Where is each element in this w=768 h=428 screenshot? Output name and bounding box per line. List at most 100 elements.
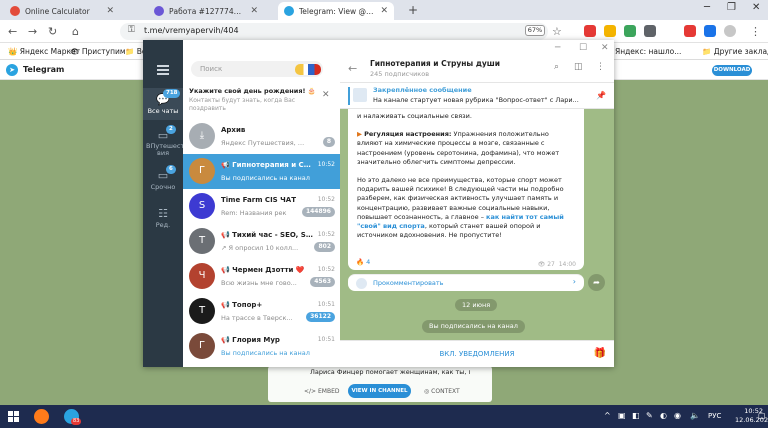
network-icon[interactable]: ◉ bbox=[674, 411, 681, 420]
bookmark-item[interactable]: Яндекс: нашло... bbox=[615, 47, 681, 56]
chat-name: 📢 Чермен Дзотти ❤️ bbox=[221, 266, 305, 274]
unread-badge: 802 bbox=[314, 242, 335, 252]
profile-avatar[interactable] bbox=[724, 25, 736, 37]
browser-tab-bar: Online Calculator ✕ Работа #127774109 по… bbox=[0, 0, 768, 20]
windows-start-icon[interactable] bbox=[8, 411, 19, 422]
tg-web-brand: Telegram bbox=[23, 65, 65, 74]
chat-item-archive[interactable]: ⤓ Архив Яндекс Путешествия, ИС... 8 bbox=[183, 119, 340, 154]
bookmark-star-icon[interactable]: ☆ bbox=[552, 25, 562, 38]
extension-icon[interactable] bbox=[604, 25, 616, 37]
tab-work-order[interactable]: Работа #127774109 по заказу ✕ bbox=[148, 2, 264, 20]
tray-app-icon[interactable]: ✎ bbox=[646, 411, 653, 420]
folder-urgent[interactable]: ▭ Срочно 6 bbox=[143, 164, 183, 192]
post-text: и налаживать социальные связи. bbox=[357, 112, 472, 120]
download-button[interactable]: DOWNLOAD bbox=[712, 65, 752, 76]
menu-icon[interactable] bbox=[157, 65, 169, 77]
tab-title: Online Calculator bbox=[25, 6, 90, 16]
tab-online-calculator[interactable]: Online Calculator ✕ bbox=[4, 2, 120, 20]
view-in-channel-button[interactable]: VIEW IN CHANNEL bbox=[348, 384, 411, 398]
extension-icon[interactable] bbox=[584, 25, 596, 37]
back-arrow-icon[interactable]: ← bbox=[348, 62, 357, 75]
pinned-message-bar[interactable]: Закреплённое сообщение На канале стартуе… bbox=[340, 83, 614, 109]
extension-icon[interactable] bbox=[644, 25, 656, 37]
avatar: Г bbox=[189, 158, 215, 184]
folder-all-chats[interactable]: 💬 Все чаты 718 bbox=[143, 88, 183, 120]
context-button[interactable]: ◎ CONTEXT bbox=[424, 388, 460, 395]
tray-chevron-icon[interactable]: ^ bbox=[604, 411, 611, 420]
reload-icon[interactable]: ↻ bbox=[48, 25, 57, 38]
unread-badge: 36122 bbox=[306, 312, 335, 322]
chat-preview: На трассе в Тверск... bbox=[221, 314, 293, 322]
tray-app-icon[interactable]: ◐ bbox=[660, 411, 667, 420]
tray-app-icon[interactable]: ◧ bbox=[632, 411, 640, 420]
extension-icon[interactable] bbox=[624, 25, 636, 37]
chat-item-hypnotherapy[interactable]: Г 📢 Гипнотерапия и Стр... 10:52 Вы подпи… bbox=[183, 154, 340, 189]
unread-badge: 144896 bbox=[301, 207, 335, 217]
folder-flags-icon[interactable] bbox=[295, 64, 321, 75]
birthday-prompt[interactable]: Укажите свой день рождения! 🎂 Контакты б… bbox=[183, 83, 340, 117]
post-paragraph: Но это далеко не все преимущества, котор… bbox=[357, 176, 575, 240]
gift-icon[interactable]: 🎁 bbox=[594, 348, 606, 359]
chat-name: 📢 Глория Мур bbox=[221, 336, 280, 344]
close-icon[interactable]: ✕ bbox=[322, 90, 330, 100]
tray-app-icon[interactable]: ▣ bbox=[618, 411, 626, 420]
chat-list-panel: Поиск Укажите свой день рождения! 🎂 Конт… bbox=[183, 56, 340, 367]
forward-icon[interactable]: → bbox=[28, 25, 37, 38]
chat-item-quiet-hour[interactable]: Т 📢 Тихий час - SEO, SITE... 10:52 ↗ Я о… bbox=[183, 224, 340, 259]
telegram-favicon-icon bbox=[284, 6, 294, 16]
volume-icon[interactable]: 🔈 bbox=[690, 411, 700, 420]
channel-title[interactable]: Гипнотерапия и Струны души bbox=[370, 59, 500, 68]
adblock-icon[interactable] bbox=[684, 25, 696, 37]
enable-notifications-button[interactable]: ВКЛ. УВЕДОМЛЕНИЯ bbox=[340, 350, 614, 358]
chat-item-time-farm[interactable]: S Time Farm CIS ЧАТ 10:52 Rem: Названия … bbox=[183, 189, 340, 224]
close-window-icon[interactable]: ✕ bbox=[601, 43, 609, 53]
maximize-icon[interactable]: ☐ bbox=[579, 43, 587, 53]
post-meta: 👁 27 14:00 bbox=[537, 261, 576, 268]
chat-preview: Яндекс Путешествия, ИС... bbox=[221, 139, 307, 147]
zoom-indicator[interactable]: 67% bbox=[525, 25, 545, 36]
chat-item-gloria[interactable]: Г 📢 Глория Мур 10:51 Вы подписались на к… bbox=[183, 329, 340, 364]
close-tab-icon[interactable]: ✕ bbox=[106, 6, 114, 16]
chat-item-topor[interactable]: Т 📢 Топор+ 10:51 На трассе в Тверск... 3… bbox=[183, 294, 340, 329]
more-options-icon[interactable]: ⋮ bbox=[596, 62, 605, 72]
reaction-fire[interactable]: 🔥 4 bbox=[356, 258, 370, 267]
embed-button[interactable]: </> EMBED bbox=[304, 388, 339, 395]
comments-button[interactable]: Прокомментировать › bbox=[348, 274, 584, 291]
folder-edit[interactable]: ☷ Ред. bbox=[143, 202, 183, 230]
language-indicator[interactable]: РУС bbox=[708, 412, 721, 420]
minimize-icon[interactable]: ─ bbox=[555, 43, 560, 53]
browser-menu-icon[interactable]: ⋮ bbox=[750, 25, 761, 38]
bookmark-item[interactable]: 👁 Приступим bbox=[70, 47, 126, 56]
chat-preview: Вы подписались на канал bbox=[221, 349, 310, 357]
restore-icon[interactable]: ❐ bbox=[727, 2, 736, 13]
close-tab-icon[interactable]: ✕ bbox=[380, 6, 388, 16]
folder-sidebar: 💬 Все чаты 718 ▭ ВПутешест вия 2 ▭ Срочн… bbox=[143, 40, 184, 367]
pin-icon[interactable]: 📌 bbox=[596, 91, 606, 100]
unread-badge: 4563 bbox=[310, 277, 335, 287]
share-icon[interactable]: ➦ bbox=[588, 274, 605, 291]
close-window-icon[interactable]: ✕ bbox=[752, 2, 760, 13]
sidebar-toggle-icon[interactable]: ◫ bbox=[574, 62, 583, 72]
tab-title: Telegram: View @vremyapervih bbox=[299, 6, 375, 16]
avatar: S bbox=[189, 193, 215, 219]
tab-telegram[interactable]: Telegram: View @vremyapervih ✕ bbox=[278, 2, 394, 20]
home-icon[interactable]: ⌂ bbox=[72, 25, 79, 38]
firefox-icon[interactable] bbox=[34, 409, 49, 424]
folder-badge: 6 bbox=[166, 165, 176, 174]
chat-time: 10:52 bbox=[317, 231, 335, 238]
extension-icon[interactable] bbox=[704, 25, 716, 37]
post-bold-text: Регуляция настроения: bbox=[364, 130, 452, 139]
channel-post: и налаживать социальные связи. ▶ Регуляц… bbox=[348, 109, 584, 270]
url-bar[interactable]: ⚿ t.me/vremyapervih/404 bbox=[120, 23, 548, 40]
new-tab-icon[interactable]: + bbox=[408, 3, 418, 17]
site-info-icon[interactable]: ⚿ bbox=[128, 25, 135, 35]
minimize-icon[interactable]: ─ bbox=[704, 2, 710, 13]
search-icon[interactable]: ⌕ bbox=[554, 62, 559, 72]
notifications-icon[interactable]: ▢ bbox=[758, 411, 766, 420]
sliders-icon: ☷ bbox=[158, 207, 168, 220]
folder-travel[interactable]: ▭ ВПутешест вия 2 bbox=[143, 124, 184, 160]
bookmark-folder[interactable]: 📁 Другие закладки bbox=[702, 47, 768, 56]
back-icon[interactable]: ← bbox=[8, 25, 17, 38]
close-tab-icon[interactable]: ✕ bbox=[250, 6, 258, 16]
chat-item-chermen[interactable]: Ч 📢 Чермен Дзотти ❤️ 10:52 Всю жизнь мне… bbox=[183, 259, 340, 294]
